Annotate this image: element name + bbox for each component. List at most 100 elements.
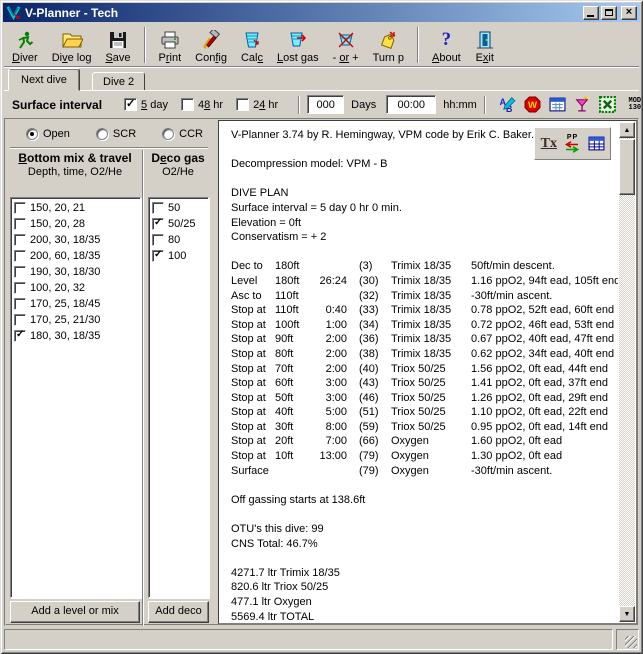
plan-gas-usage-line: 820.6 ltr Triox 50/25 <box>231 580 618 595</box>
ab-edit-icon: AB <box>499 96 516 113</box>
row-gas: Trimix 18/35 <box>391 259 471 274</box>
text-view-button[interactable]: Tx <box>537 131 560 157</box>
mix-list-item[interactable]: 170, 25, 21/30 <box>12 312 139 328</box>
plan-view-toolbar: Tx PP <box>534 127 611 160</box>
mix-checkbox[interactable] <box>14 330 26 342</box>
turn-p-button[interactable]: Turn p <box>366 25 411 65</box>
resize-grip[interactable] <box>616 629 639 650</box>
checkbox-box[interactable] <box>124 98 137 111</box>
print-icon <box>160 29 180 51</box>
dive-table-button[interactable] <box>548 95 568 115</box>
column-divider <box>142 150 144 626</box>
mix-list-item[interactable]: 200, 60, 18/35 <box>12 248 139 264</box>
mix-list-item[interactable]: 200, 30, 18/35 <box>12 232 139 248</box>
plan-otu-line: OTU's this dive: 99 <box>231 522 618 537</box>
bottom-mix-list[interactable]: 150, 20, 21 150, 20, 28 200, 30, 18/35 2… <box>10 197 141 598</box>
row-time: 0:40 <box>312 303 347 318</box>
config-button[interactable]: Config <box>188 25 234 65</box>
tab-next-dive[interactable]: Next dive <box>8 68 80 91</box>
mix-checkbox[interactable] <box>14 250 26 262</box>
row-detail: 0.72 ppO2, 46ft ead, 53ft end <box>471 318 618 333</box>
deco-checkbox[interactable] <box>152 250 164 262</box>
deco-checkbox[interactable] <box>152 218 164 230</box>
deco-list-item[interactable]: 100 <box>150 248 207 264</box>
mix-label: 180, 30, 18/35 <box>30 330 100 342</box>
mod-130-button[interactable]: MOD 130 <box>623 95 643 115</box>
exit-button[interactable]: Exit <box>468 25 502 65</box>
mix-checkbox[interactable] <box>14 202 26 214</box>
plan-schedule-row: Dec to 180ft (3) Trimix 18/35 50ft/min d… <box>231 259 618 274</box>
plan-schedule-row: Stop at 70ft 2:00 (40) Triox 50/25 1.56 … <box>231 362 618 377</box>
warning-w-button[interactable]: W <box>523 95 543 115</box>
about-button[interactable]: ? About <box>425 25 468 65</box>
plan-scrollbar[interactable]: ▲ ▼ <box>619 122 635 622</box>
excel-export-button[interactable] <box>598 95 618 115</box>
row-time: 2:00 <box>312 347 347 362</box>
scroll-up-button[interactable]: ▲ <box>619 122 635 138</box>
surface-interval-checkbox[interactable]: 48 hr <box>181 98 223 111</box>
edit-names-button[interactable]: AB <box>498 95 518 115</box>
mix-checkbox[interactable] <box>14 314 26 326</box>
row-action: Stop at <box>231 405 275 420</box>
save-button[interactable]: Save <box>98 25 137 65</box>
deco-gas-list[interactable]: 50 50/25 80 100 <box>148 197 209 598</box>
app-icon <box>6 5 21 20</box>
radio-circle[interactable] <box>26 128 38 140</box>
mix-list-item[interactable]: 150, 20, 21 <box>12 200 139 216</box>
deco-list-item[interactable]: 80 <box>150 232 207 248</box>
deco-list-item[interactable]: 50 <box>150 200 207 216</box>
print-button[interactable]: Print <box>152 25 189 65</box>
status-bar <box>4 629 639 650</box>
mix-list-item[interactable]: 100, 20, 32 <box>12 280 139 296</box>
lost-gas-button[interactable]: Lost gas <box>270 25 326 65</box>
radio-circle[interactable] <box>96 128 108 140</box>
deco-checkbox[interactable] <box>152 234 164 246</box>
mod-label-bottom: 130 <box>629 105 642 112</box>
row-action: Stop at <box>231 303 275 318</box>
surface-interval-checkbox[interactable]: 5 day <box>124 98 168 111</box>
cocktail-button[interactable] <box>573 95 593 115</box>
mix-checkbox[interactable] <box>14 266 26 278</box>
svg-text:W: W <box>528 100 537 111</box>
row-runtime: (40) <box>347 362 391 377</box>
pp-swap-button[interactable]: PP <box>561 131 584 157</box>
mode-radio-option[interactable]: SCR <box>96 128 136 140</box>
tab-dive-2[interactable]: Dive 2 <box>92 72 145 91</box>
days-input[interactable] <box>307 95 344 114</box>
checkbox-box[interactable] <box>236 98 249 111</box>
mix-checkbox[interactable] <box>14 218 26 230</box>
mode-radio-option[interactable]: Open <box>26 128 70 140</box>
maximize-button[interactable] <box>601 6 617 20</box>
diver-button[interactable]: Diver <box>5 25 45 65</box>
close-button[interactable]: × <box>621 6 637 20</box>
dive-log-button[interactable]: Dive log <box>45 25 99 65</box>
scroll-down-button[interactable]: ▼ <box>619 606 635 622</box>
checkbox-box[interactable] <box>181 98 194 111</box>
mix-checkbox[interactable] <box>14 234 26 246</box>
row-detail: 1.10 ppO2, 0ft ead, 22ft end <box>471 405 618 420</box>
add-level-or-mix-button[interactable]: Add a level or mix <box>10 601 140 623</box>
maximize-icon <box>605 9 613 16</box>
title-bar[interactable]: V-Planner - Tech × <box>3 3 640 22</box>
scrollbar-thumb[interactable] <box>619 139 635 195</box>
or-plus-minus-button[interactable]: - or + <box>326 25 366 65</box>
surface-interval-checkbox[interactable]: 24 hr <box>236 98 278 111</box>
deco-list-item[interactable]: 50/25 <box>150 216 207 232</box>
minimize-button[interactable] <box>583 6 599 20</box>
mix-list-item[interactable]: 150, 20, 28 <box>12 216 139 232</box>
mode-radio-option[interactable]: CCR <box>162 128 203 140</box>
mix-checkbox[interactable] <box>14 282 26 294</box>
days-label: Days <box>351 99 376 111</box>
time-input[interactable] <box>386 95 436 114</box>
plan-text-area[interactable]: V-Planner 3.74 by R. Hemingway, VPM code… <box>218 120 637 624</box>
deco-checkbox[interactable] <box>152 202 164 214</box>
calc-button[interactable]: Calc <box>234 25 270 65</box>
table-view-button[interactable] <box>585 131 608 157</box>
mix-list-item[interactable]: 170, 25, 18/45 <box>12 296 139 312</box>
mix-checkbox[interactable] <box>14 298 26 310</box>
add-deco-button[interactable]: Add deco <box>148 601 209 623</box>
mix-list-item[interactable]: 190, 30, 18/30 <box>12 264 139 280</box>
mix-list-item[interactable]: 180, 30, 18/35 <box>12 328 139 344</box>
close-icon: × <box>626 7 632 18</box>
radio-circle[interactable] <box>162 128 174 140</box>
